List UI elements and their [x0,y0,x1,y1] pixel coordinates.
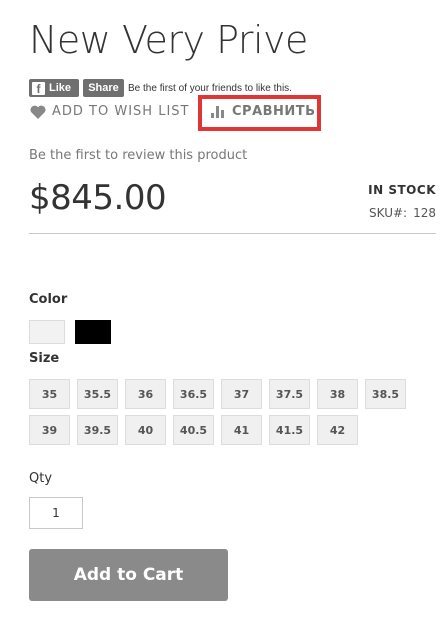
size-option[interactable]: 35 [29,379,70,409]
size-option[interactable]: 38.5 [365,379,406,409]
wishlist-label: ADD TO WISH LIST [52,104,190,119]
facebook-like-button[interactable]: f Like [29,79,79,97]
size-option[interactable]: 39.5 [77,415,118,445]
add-to-cart-button[interactable]: Add to Cart [29,549,228,601]
size-option[interactable]: 40.5 [173,415,214,445]
review-link[interactable]: Be the first to review this product [29,148,247,163]
color-swatch-black[interactable] [75,320,111,344]
sku-value: 128 [413,206,436,220]
size-option[interactable]: 41.5 [269,415,310,445]
product-title: New Very Prive [29,18,308,62]
qty-input[interactable] [29,497,83,529]
divider [29,233,436,234]
color-label: Color [29,292,68,307]
heart-icon [30,105,46,119]
share-label: Share [88,82,119,94]
compare-link[interactable]: СРАВНИТЬ [210,104,316,119]
sku-label: SKU#: [369,206,408,220]
stock-status: IN STOCK [368,183,436,197]
size-option[interactable]: 41 [221,415,262,445]
color-swatch-white[interactable] [29,320,65,344]
size-option[interactable]: 35.5 [77,379,118,409]
size-option[interactable]: 38 [317,379,358,409]
like-label: Like [49,82,72,94]
bar-chart-icon [211,106,224,118]
size-option[interactable]: 37.5 [269,379,310,409]
qty-label: Qty [29,471,53,486]
facebook-friends-text: Be the first of your friends to like thi… [128,82,292,94]
size-option[interactable]: 40 [125,415,166,445]
size-option[interactable]: 39 [29,415,70,445]
size-options: 35 35.5 36 36.5 37 37.5 38 38.5 39 39.5 … [29,379,441,451]
size-option[interactable]: 37 [221,379,262,409]
size-option[interactable]: 36.5 [173,379,214,409]
facebook-icon: f [32,81,45,96]
facebook-share-button[interactable]: Share [83,79,124,97]
add-to-wishlist-link[interactable]: ADD TO WISH LIST [30,104,189,119]
product-price: $845.00 [29,178,167,218]
size-option[interactable]: 36 [125,379,166,409]
sku: SKU#: 128 [369,206,436,220]
size-option[interactable]: 42 [317,415,358,445]
compare-label: СРАВНИТЬ [232,104,316,119]
size-label: Size [29,351,60,366]
